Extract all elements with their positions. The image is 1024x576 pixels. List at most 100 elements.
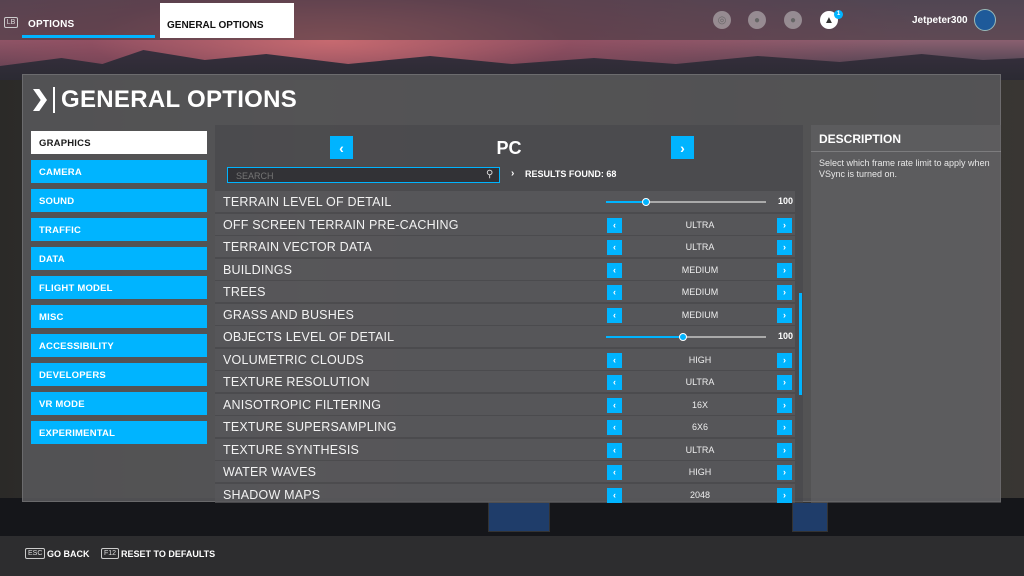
sidebar-item-experimental[interactable]: EXPERIMENTAL xyxy=(31,421,207,444)
next-option-button[interactable]: › xyxy=(777,420,792,435)
option-value: HIGH xyxy=(688,467,712,477)
setting-label: VOLUMETRIC CLOUDS xyxy=(223,352,364,367)
activity-icon[interactable]: ◎ xyxy=(713,11,731,29)
prev-option-button[interactable]: ‹ xyxy=(607,285,622,300)
setting-label: OBJECTS LEVEL OF DETAIL xyxy=(223,330,395,344)
next-option-button[interactable]: › xyxy=(777,487,792,503)
option-value: HIGH xyxy=(688,354,712,365)
slider-handle[interactable] xyxy=(642,198,650,206)
setting-label: GRASS AND BUSHES xyxy=(223,307,355,322)
setting-row[interactable]: TERRAIN LEVEL OF DETAIL 100 xyxy=(215,191,795,212)
setting-slider[interactable] xyxy=(606,198,766,206)
prev-option-button[interactable]: ‹ xyxy=(607,262,622,278)
setting-row[interactable]: SHADOW MAPS ‹ 2048 › xyxy=(215,483,795,503)
platform-label: PC xyxy=(496,138,522,158)
sidebar-item-data[interactable]: DATA xyxy=(31,247,207,270)
slider-value: 100 xyxy=(777,196,793,206)
sidebar-item-vr-mode[interactable]: VR MODE xyxy=(31,392,207,415)
prev-option-button[interactable]: ‹ xyxy=(607,465,622,480)
description-text: Select which frame rate limit to apply w… xyxy=(819,158,990,179)
settings-scrollbar[interactable] xyxy=(799,293,802,395)
next-option-button[interactable]: › xyxy=(777,375,792,390)
sidebar-item-graphics[interactable]: GRAPHICS xyxy=(31,131,207,154)
prev-option-button[interactable]: ‹ xyxy=(607,217,622,233)
sidebar-item-developers[interactable]: DEVELOPERS xyxy=(31,363,207,386)
esc-key-hint: ESC xyxy=(25,548,46,559)
avatar[interactable] xyxy=(974,9,996,31)
next-option-button[interactable]: › xyxy=(777,262,792,278)
search-input[interactable] xyxy=(227,167,500,183)
platform-next-button[interactable]: › xyxy=(671,136,694,159)
settings-rows: TERRAIN LEVEL OF DETAIL 100 OFF SCREEN TER… xyxy=(215,191,795,503)
option-value: ULTRA xyxy=(685,444,715,455)
setting-row[interactable]: VOLUMETRIC CLOUDS ‹ HIGH › xyxy=(215,348,795,370)
prev-option-button[interactable]: ‹ xyxy=(607,307,622,323)
search-icon[interactable]: ⚲ xyxy=(486,169,493,180)
prev-option-button[interactable]: ‹ xyxy=(607,442,622,458)
f12-key-hint: F12 xyxy=(101,548,120,559)
next-option-button[interactable]: › xyxy=(777,397,792,413)
sidebar-item-accessibility[interactable]: ACCESSIBILITY xyxy=(31,334,207,357)
setting-label: TEXTURE RESOLUTION xyxy=(223,375,370,389)
option-value: 6X6 xyxy=(691,422,708,432)
chevron-right-icon xyxy=(33,89,47,111)
prev-option-button[interactable]: ‹ xyxy=(607,397,622,413)
panel-header: GENERAL OPTIONS xyxy=(31,86,297,113)
option-value: ULTRA xyxy=(685,377,715,387)
settings-list-panel: ‹ PC › ⚲ › RESULTS FOUND: 68 TERRAIN LEV… xyxy=(215,125,803,503)
go-back-button[interactable]: GO BACK xyxy=(47,549,90,559)
reset-defaults-button[interactable]: RESET TO DEFAULTS xyxy=(121,549,215,559)
setting-row[interactable]: TEXTURE SUPERSAMPLING ‹ 6X6 › xyxy=(215,416,795,437)
setting-label: TEXTURE SYNTHESIS xyxy=(223,442,360,457)
options-panel: GENERAL OPTIONS GRAPHICS CAMERA SOUND TRAFF… xyxy=(22,74,1001,503)
top-bar xyxy=(0,0,1024,40)
setting-label: SHADOW MAPS xyxy=(223,487,321,502)
next-option-button[interactable]: › xyxy=(777,285,792,300)
setting-row[interactable]: ANISOTROPIC FILTERING ‹ 16X › xyxy=(215,393,795,415)
next-option-button[interactable]: › xyxy=(777,307,792,323)
next-option-button[interactable]: › xyxy=(777,352,792,368)
sidebar-item-sound[interactable]: SOUND xyxy=(31,189,207,212)
sidebar-item-camera[interactable]: CAMERA xyxy=(31,160,207,183)
description-panel: DESCRIPTION Select which frame rate limi… xyxy=(811,125,1001,503)
sidebar-item-misc[interactable]: MISC xyxy=(31,305,207,328)
prev-option-button[interactable]: ‹ xyxy=(607,420,622,435)
setting-row[interactable]: TERRAIN VECTOR DATA ‹ ULTRA › xyxy=(215,236,795,257)
prev-option-button[interactable]: ‹ xyxy=(607,352,622,368)
prev-option-button[interactable]: ‹ xyxy=(607,375,622,390)
setting-label: TREES xyxy=(223,285,266,299)
setting-row[interactable]: TEXTURE SYNTHESIS ‹ ULTRA › xyxy=(215,438,795,460)
prev-option-button[interactable]: ‹ xyxy=(607,487,622,503)
title-divider xyxy=(53,87,55,113)
results-count: RESULTS FOUND: 68 xyxy=(525,169,617,179)
next-option-button[interactable]: › xyxy=(777,240,792,255)
next-option-button[interactable]: › xyxy=(777,465,792,480)
option-value: MEDIUM xyxy=(681,309,719,320)
sidebar-item-traffic[interactable]: TRAFFIC xyxy=(31,218,207,241)
prev-option-button[interactable]: ‹ xyxy=(607,240,622,255)
setting-label: TERRAIN LEVEL OF DETAIL xyxy=(223,195,392,209)
username: Jetpeter300 xyxy=(912,15,968,26)
setting-row[interactable]: GRASS AND BUSHES ‹ MEDIUM › xyxy=(215,303,795,325)
description-divider xyxy=(811,151,1001,152)
next-option-button[interactable]: › xyxy=(777,217,792,233)
tab-options[interactable]: OPTIONS xyxy=(28,19,74,30)
slider-fill xyxy=(606,201,646,203)
setting-row[interactable]: OBJECTS LEVEL OF DETAIL 100 xyxy=(215,326,795,347)
slider-fill xyxy=(606,336,683,338)
friends-icon[interactable]: ● xyxy=(748,11,766,29)
setting-row[interactable]: TREES ‹ MEDIUM › xyxy=(215,281,795,302)
setting-slider[interactable] xyxy=(606,333,766,341)
slider-value: 100 xyxy=(777,331,793,341)
setting-row[interactable]: TEXTURE RESOLUTION ‹ ULTRA › xyxy=(215,371,795,392)
next-option-button[interactable]: › xyxy=(777,442,792,458)
setting-row[interactable]: WATER WAVES ‹ HIGH › xyxy=(215,461,795,482)
option-value: 2048 xyxy=(689,489,711,500)
slider-handle[interactable] xyxy=(678,333,687,341)
results-chevron-icon: › xyxy=(511,168,515,179)
sidebar-item-flight-model[interactable]: FLIGHT MODEL xyxy=(31,276,207,299)
setting-row[interactable]: OFF SCREEN TERRAIN PRE-CACHING ‹ ULTRA › xyxy=(215,213,795,235)
tab-general-options[interactable]: GENERAL OPTIONS xyxy=(160,3,294,38)
profile-icon[interactable]: ● xyxy=(784,11,802,29)
setting-row[interactable]: BUILDINGS ‹ MEDIUM › xyxy=(215,258,795,280)
